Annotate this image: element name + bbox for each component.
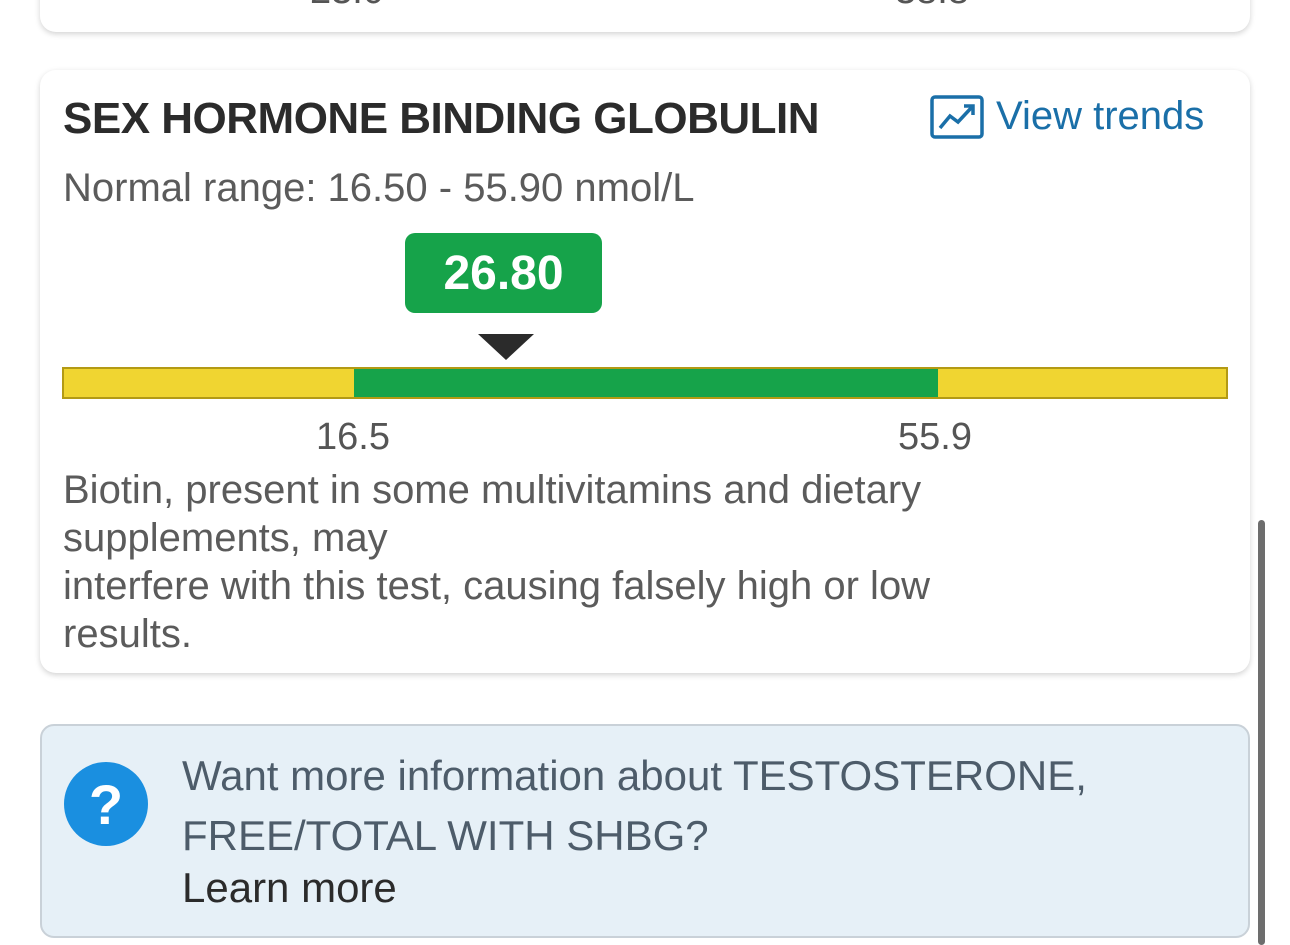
info-question-line: Want more information about TESTOSTERONE… [182,752,1087,799]
note-line: interfere with this test, causing falsel… [63,564,931,608]
value-marker-arrow [478,334,534,360]
more-info-box: ? Want more information about TESTOSTERO… [40,724,1250,938]
range-bar [62,367,1228,399]
more-info-question: Want more information about TESTOSTERONE… [182,746,1232,866]
range-high-label: 55.9 [898,416,972,458]
range-segment-high [938,369,1226,397]
learn-more-link[interactable]: Learn more [182,864,397,912]
range-segment-low [64,369,354,397]
range-segment-normal [354,369,938,397]
info-question-line: FREE/TOTAL WITH SHBG? [182,812,709,859]
result-card: SEX HORMONE BINDING GLOBULIN View trends… [40,70,1250,673]
normal-range-text: Normal range: 16.50 - 55.90 nmol/L [63,166,695,210]
note-line: Biotin, present in some multivitamins an… [63,468,922,512]
trend-chart-icon [930,94,984,139]
result-title: SEX HORMONE BINDING GLOBULIN [63,94,820,143]
scrollbar[interactable] [1258,520,1265,945]
note-line: results. [63,612,192,656]
view-trends-label: View trends [996,94,1205,138]
range-low-label: 16.5 [316,416,390,458]
biotin-note: Biotin, present in some multivitamins an… [63,466,1223,658]
previous-range-high-label: 38.8 [895,0,969,10]
result-value-badge: 26.80 [405,233,602,313]
previous-result-card: 23.0 38.8 [40,0,1250,32]
previous-range-low-label: 23.0 [310,0,384,10]
page: 23.0 38.8 SEX HORMONE BINDING GLOBULIN V… [0,0,1290,945]
note-line: supplements, may [63,516,388,560]
question-circle-icon: ? [64,762,148,846]
view-trends-link[interactable]: View trends [930,94,1204,139]
